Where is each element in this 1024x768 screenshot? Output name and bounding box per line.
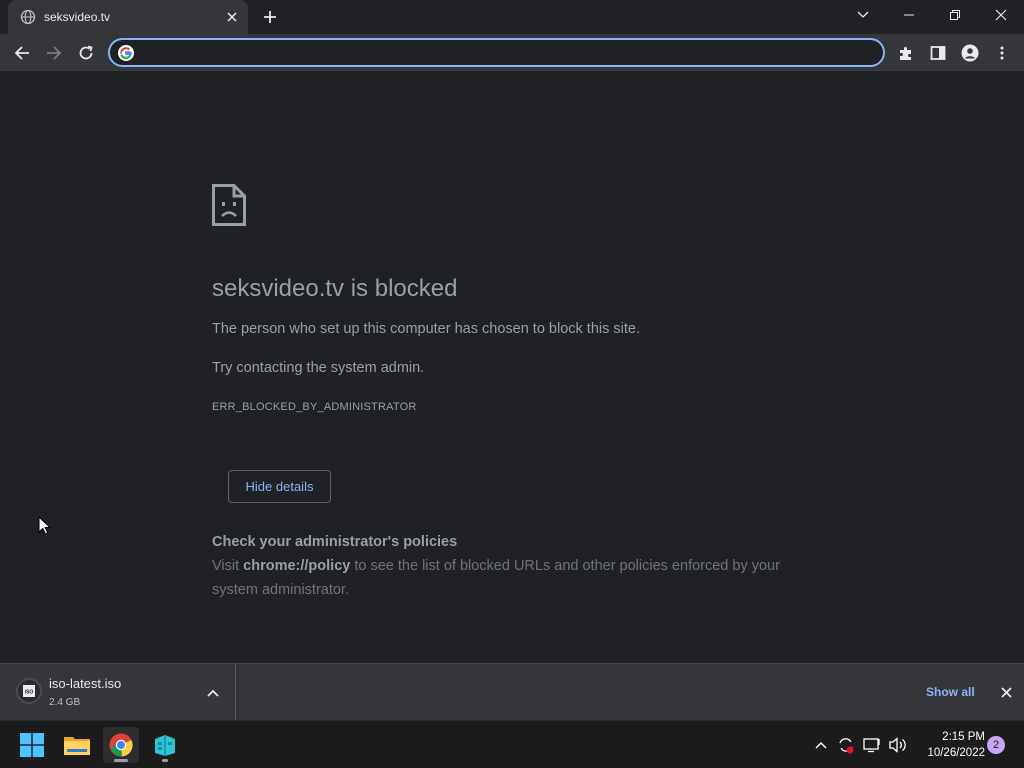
extensions-icon	[900, 47, 911, 60]
forward-icon	[47, 46, 62, 60]
app-icon	[155, 735, 175, 756]
sync-icon	[839, 738, 854, 754]
running-app-indicator	[162, 759, 168, 762]
chevron-up-icon	[815, 742, 827, 749]
iso-glyph: ISO	[23, 685, 35, 697]
sync-status-button[interactable]	[836, 733, 856, 757]
download-item[interactable]: ISO iso-latest.iso 2.4 GB	[0, 664, 236, 720]
tab-title: seksvideo.tv	[44, 10, 111, 24]
chrome-icon	[109, 733, 133, 757]
close-window-button[interactable]	[978, 0, 1024, 30]
download-bar: ISO iso-latest.iso 2.4 GB Show all	[0, 663, 1024, 720]
tab-close-button[interactable]	[220, 5, 244, 29]
page-content: seksvideo.tv is blocked The person who s…	[0, 72, 1024, 663]
side-panel-button[interactable]	[924, 39, 952, 67]
menu-button[interactable]	[988, 39, 1016, 67]
wifi-icon	[863, 738, 880, 753]
iso-icon-label: ISO	[25, 690, 34, 696]
error-message: The person who set up this computer has …	[212, 321, 640, 337]
profile-icon	[961, 44, 979, 62]
taskbar-app[interactable]	[147, 727, 183, 763]
file-explorer-icon	[64, 737, 90, 755]
volume-icon	[889, 737, 906, 753]
error-suggestion: Try contacting the system admin.	[212, 360, 425, 376]
download-options-button[interactable]	[204, 684, 222, 702]
close-icon	[1000, 686, 1012, 698]
windows-start-icon	[20, 733, 44, 757]
restore-icon	[950, 10, 960, 20]
active-app-indicator	[114, 759, 128, 762]
policy-heading: Check your administrator's policies	[212, 534, 458, 550]
error-code: ERR_BLOCKED_BY_ADMINISTRATOR	[212, 401, 417, 413]
show-hidden-icons-button[interactable]	[811, 733, 831, 757]
address-input[interactable]	[142, 44, 883, 61]
google-icon	[118, 44, 134, 61]
restore-button[interactable]	[932, 0, 978, 30]
chevron-down-icon	[857, 11, 869, 18]
start-button[interactable]	[14, 727, 50, 763]
download-filename: iso-latest.iso	[49, 676, 122, 691]
chevron-up-icon	[207, 689, 219, 697]
windows-taskbar: 2:15 PM 10/26/2022 2	[0, 720, 1024, 768]
side-panel-icon	[930, 46, 946, 60]
policy-prefix: Visit	[212, 558, 244, 574]
iso-file-icon: ISO	[16, 678, 42, 704]
minimize-icon	[904, 14, 914, 16]
browser-toolbar	[0, 34, 1024, 71]
tab-search-button[interactable]	[840, 0, 886, 30]
menu-icon	[1000, 46, 1004, 60]
tab-strip: seksvideo.tv	[0, 0, 1024, 34]
download-size: 2.4 GB	[49, 697, 81, 708]
system-clock[interactable]: 2:15 PM 10/26/2022	[915, 729, 985, 761]
reload-icon	[79, 45, 93, 60]
sad-page-icon	[212, 184, 246, 226]
taskbar-chrome[interactable]	[103, 727, 139, 763]
reload-button[interactable]	[72, 39, 100, 67]
globe-icon	[20, 9, 36, 25]
close-download-bar-button[interactable]	[996, 682, 1016, 702]
volume-button[interactable]	[888, 733, 908, 757]
show-all-downloads-link[interactable]: Show all	[918, 681, 983, 703]
forward-button[interactable]	[40, 39, 68, 67]
browser-tab[interactable]: seksvideo.tv	[8, 0, 248, 34]
back-button[interactable]	[8, 39, 36, 67]
policy-link[interactable]: chrome://policy	[243, 558, 350, 574]
network-button[interactable]	[862, 733, 882, 757]
hide-details-button[interactable]: Hide details	[228, 470, 331, 503]
minimize-button[interactable]	[886, 0, 932, 30]
close-icon	[227, 12, 237, 22]
new-tab-button[interactable]	[258, 5, 282, 29]
clock-date: 10/26/2022	[927, 747, 985, 759]
taskbar-file-explorer[interactable]	[59, 727, 95, 763]
extensions-button[interactable]	[892, 39, 920, 67]
address-bar[interactable]	[108, 38, 885, 67]
mouse-cursor	[38, 516, 51, 535]
error-title: seksvideo.tv is blocked	[212, 275, 458, 302]
back-icon	[14, 46, 29, 60]
policy-description: Visit chrome://policy to see the list of…	[212, 554, 812, 602]
clock-time: 2:15 PM	[942, 731, 985, 743]
profile-button[interactable]	[956, 39, 984, 67]
close-icon	[995, 9, 1007, 21]
plus-icon	[264, 11, 276, 23]
notification-badge[interactable]: 2	[987, 736, 1005, 754]
